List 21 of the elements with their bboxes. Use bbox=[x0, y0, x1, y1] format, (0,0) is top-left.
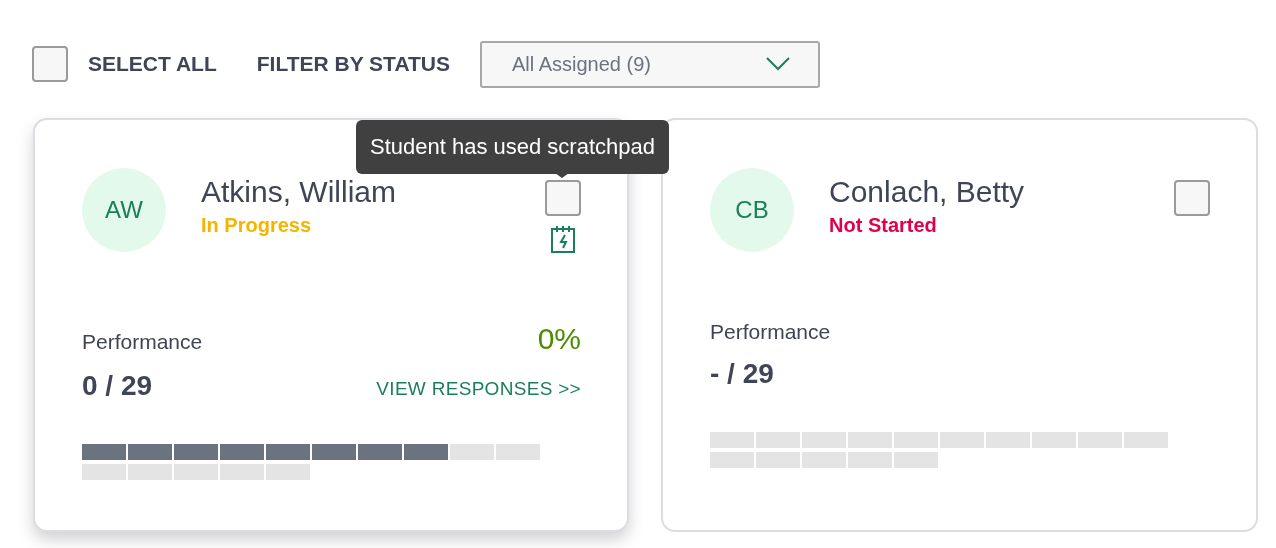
avatar: CB bbox=[710, 168, 794, 252]
student-checkbox[interactable] bbox=[545, 180, 581, 216]
status-filter-dropdown[interactable]: All Assigned (9) bbox=[480, 40, 820, 88]
select-all-label: SELECT ALL bbox=[88, 52, 217, 76]
status-label: In Progress bbox=[201, 214, 313, 237]
tooltip: Student has used scratchpad bbox=[356, 120, 669, 174]
status-label: Not Started bbox=[829, 214, 938, 237]
score: 0 / 29 bbox=[82, 370, 153, 402]
score: - / 29 bbox=[710, 358, 774, 390]
performance-label: Performance bbox=[710, 320, 831, 344]
view-responses-link[interactable]: VIEW RESPONSES >> bbox=[376, 378, 581, 400]
filter-label: FILTER BY STATUS bbox=[256, 52, 450, 76]
select-all-checkbox[interactable] bbox=[32, 46, 68, 82]
student-name: Conlach, Betty bbox=[829, 174, 1026, 210]
avatar: AW bbox=[82, 168, 166, 252]
student-name: Atkins, William bbox=[201, 174, 397, 210]
chevron-down-icon bbox=[766, 57, 790, 71]
percent-score: 0% bbox=[537, 322, 581, 356]
tooltip-arrow bbox=[555, 173, 569, 178]
performance-label: Performance bbox=[82, 330, 203, 354]
student-checkbox[interactable] bbox=[1174, 180, 1210, 216]
